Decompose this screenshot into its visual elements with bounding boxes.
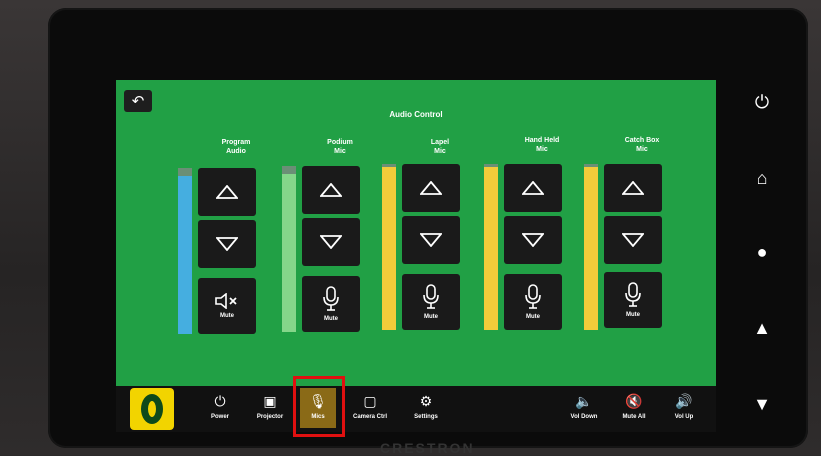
back-arrow-icon[interactable]: ↶ bbox=[124, 90, 152, 112]
volume-down-button[interactable] bbox=[504, 216, 562, 264]
vol-up-button[interactable]: 🔊 Vol Up bbox=[666, 388, 702, 428]
nav-camera-ctrl-button[interactable]: ▢ Camera Ctrl bbox=[352, 388, 388, 428]
video-camera-icon: ▢ bbox=[363, 393, 377, 409]
level-meter-podium-mic bbox=[282, 166, 296, 332]
mute-label: Mute bbox=[220, 313, 234, 319]
volume-down-button[interactable] bbox=[198, 220, 256, 268]
speaker-plus-icon: 🔊 bbox=[675, 393, 693, 409]
mute-label: Mute bbox=[324, 316, 338, 322]
level-fill bbox=[282, 174, 296, 332]
level-fill bbox=[178, 176, 192, 334]
nav-settings-label: Settings bbox=[414, 414, 438, 420]
nav-power-label: Power bbox=[210, 414, 229, 420]
mute-all-button[interactable]: 🔇 Mute All bbox=[616, 388, 652, 428]
mute-label: Mute bbox=[526, 314, 540, 320]
triangle-down-icon bbox=[522, 233, 544, 247]
crestron-brand-label: CRESTRON bbox=[380, 440, 475, 456]
speaker-mute-icon: 🔇 bbox=[625, 393, 643, 409]
vol-down-label: Vol Down bbox=[570, 414, 598, 420]
oregon-o-logo bbox=[130, 388, 174, 430]
volume-up-button[interactable] bbox=[302, 166, 360, 214]
volume-up-button[interactable] bbox=[402, 164, 460, 212]
nav-power-button[interactable]: ⏻ Power bbox=[202, 388, 238, 428]
channel-label-program-audio: Program Audio bbox=[221, 139, 251, 155]
volume-down-button[interactable] bbox=[402, 216, 460, 264]
channel-label-lapel-mic: Lapel Mic bbox=[430, 139, 450, 155]
hard-home-button[interactable]: ⌂ bbox=[748, 164, 776, 192]
triangle-down-icon bbox=[320, 235, 342, 249]
volume-up-button[interactable] bbox=[504, 164, 562, 212]
projector-icon: ▣ bbox=[263, 393, 277, 409]
speaker-minus-icon: 🔈 bbox=[575, 393, 593, 409]
level-meter-program-audio bbox=[178, 168, 192, 334]
microphone-icon bbox=[625, 282, 641, 307]
triangle-up-icon bbox=[622, 181, 644, 195]
page-title: Audio Control bbox=[389, 110, 443, 119]
level-meter-hand-held-mic bbox=[484, 164, 498, 330]
gear-icon: ⚙ bbox=[419, 393, 433, 409]
bottom-nav-bar: ⏻ Power ▣ Projector 🎙 Mics ▢ Camera Ctrl… bbox=[116, 386, 716, 432]
level-fill bbox=[584, 167, 598, 330]
mute-button[interactable]: Mute bbox=[504, 274, 562, 330]
selection-highlight-box bbox=[293, 376, 345, 437]
power-icon: ⏻ bbox=[214, 393, 226, 409]
volume-up-button[interactable] bbox=[604, 164, 662, 212]
speaker-muted-icon bbox=[215, 293, 237, 309]
level-meter-lapel-mic bbox=[382, 164, 396, 330]
level-fill bbox=[382, 167, 396, 330]
audio-control-screen: ↶ Audio Control Program Audio Mute Podium… bbox=[116, 80, 716, 386]
nav-camera-ctrl-label: Camera Ctrl bbox=[352, 414, 387, 420]
volume-up-button[interactable] bbox=[198, 168, 256, 216]
mute-label: Mute bbox=[424, 314, 438, 320]
volume-down-button[interactable] bbox=[302, 218, 360, 266]
vol-up-label: Vol Up bbox=[674, 414, 694, 420]
channel-label-hand-held-mic: Hand Held Mic bbox=[524, 137, 560, 153]
channel-label-catch-box-mic: Catch Box Mic bbox=[624, 137, 660, 153]
microphone-icon bbox=[423, 284, 439, 309]
triangle-down-icon bbox=[420, 233, 442, 247]
level-fill bbox=[484, 167, 498, 330]
hard-power-button[interactable]: ⏻ bbox=[748, 88, 776, 116]
mute-button[interactable]: Mute bbox=[198, 278, 256, 334]
mute-all-label: Mute All bbox=[622, 414, 646, 420]
triangle-up-icon bbox=[522, 181, 544, 195]
hard-lightbulb-button[interactable]: ● bbox=[748, 238, 776, 266]
nav-projector-button[interactable]: ▣ Projector bbox=[252, 388, 288, 428]
triangle-down-icon bbox=[216, 237, 238, 251]
microphone-icon bbox=[323, 286, 339, 311]
microphone-icon bbox=[525, 284, 541, 309]
triangle-up-icon bbox=[320, 183, 342, 197]
channel-label-podium-mic: Podium Mic bbox=[327, 139, 353, 155]
triangle-up-icon bbox=[420, 181, 442, 195]
level-meter-catch-box-mic bbox=[584, 164, 598, 330]
vol-down-button[interactable]: 🔈 Vol Down bbox=[566, 388, 602, 428]
hard-down-button[interactable]: ▼ bbox=[748, 390, 776, 418]
nav-projector-label: Projector bbox=[256, 414, 284, 420]
hard-up-button[interactable]: ▲ bbox=[748, 314, 776, 342]
mute-button[interactable]: Mute bbox=[604, 272, 662, 328]
mute-button[interactable]: Mute bbox=[402, 274, 460, 330]
nav-settings-button[interactable]: ⚙ Settings bbox=[408, 388, 444, 428]
mute-label: Mute bbox=[626, 312, 640, 318]
volume-down-button[interactable] bbox=[604, 216, 662, 264]
triangle-up-icon bbox=[216, 185, 238, 199]
mute-button[interactable]: Mute bbox=[302, 276, 360, 332]
triangle-down-icon bbox=[622, 233, 644, 247]
